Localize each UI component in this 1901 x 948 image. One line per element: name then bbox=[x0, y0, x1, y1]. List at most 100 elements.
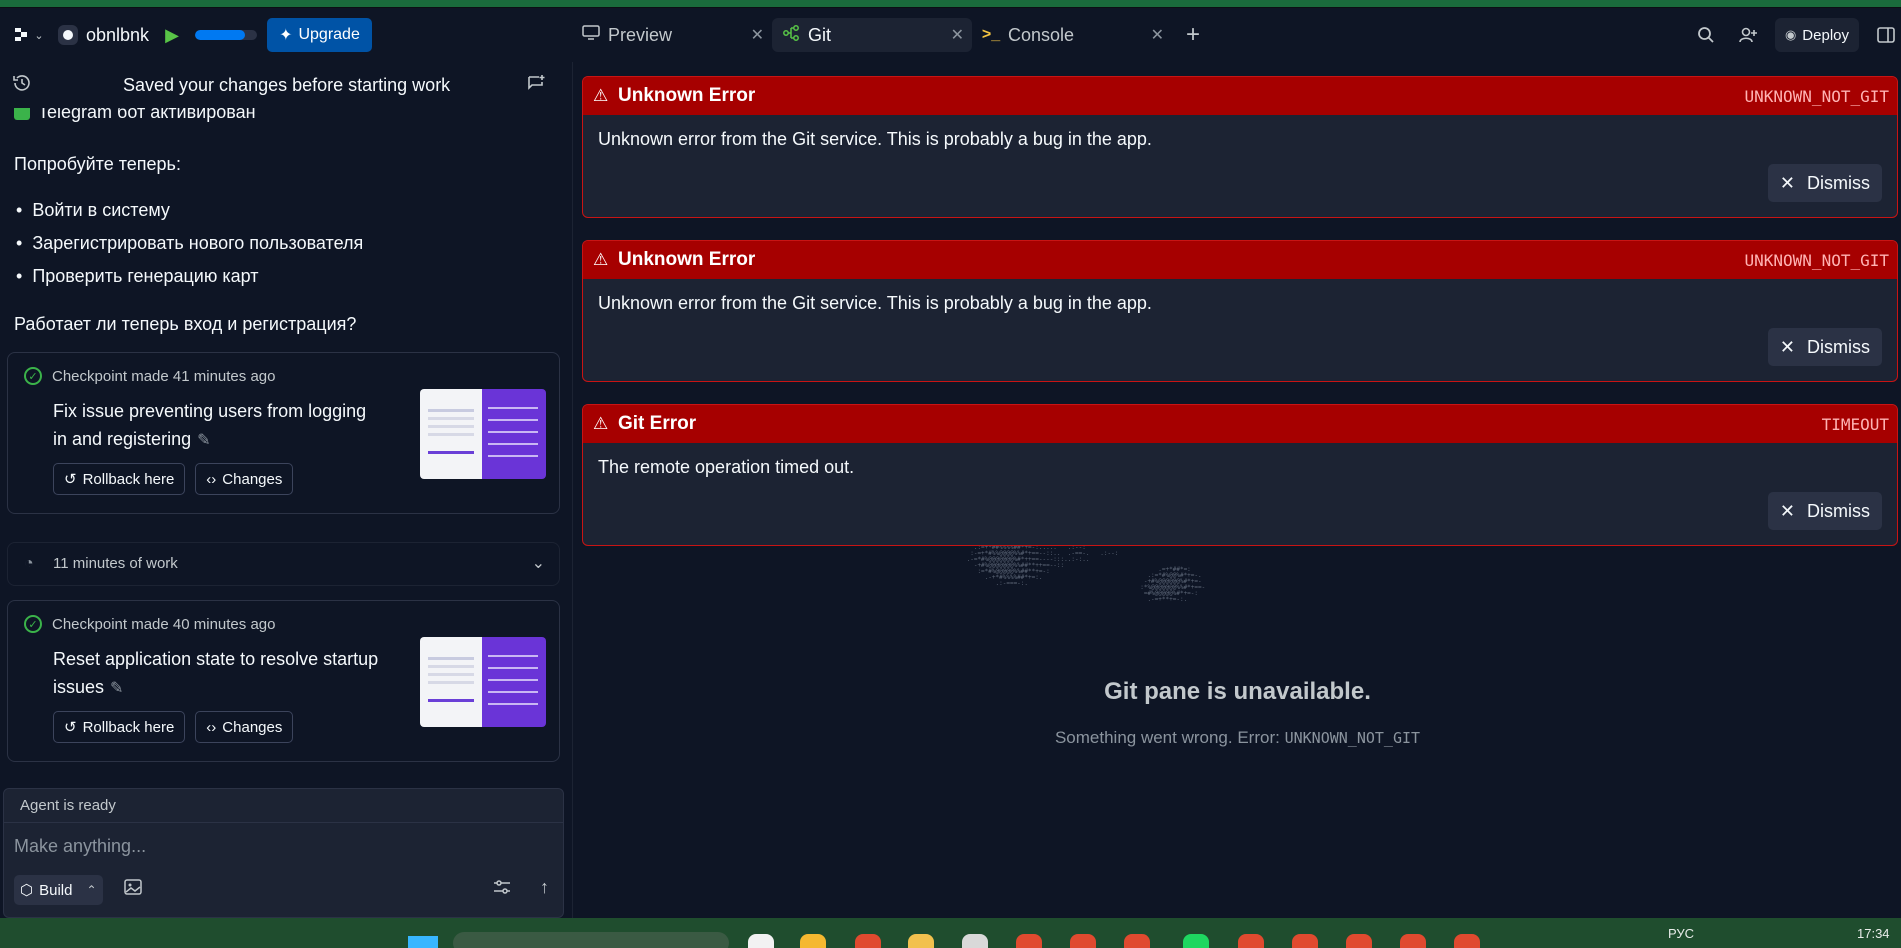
close-icon[interactable]: ✕ bbox=[751, 25, 764, 45]
history-icon: ↺ bbox=[64, 471, 77, 488]
empty-state-title: Git pane is unavailable. bbox=[1104, 678, 1371, 705]
dismiss-button[interactable]: ✕ Dismiss bbox=[1767, 164, 1882, 202]
tab-console-label: Console bbox=[1008, 24, 1075, 45]
pane-tabs: Preview ✕ Git ✕ >_ Console ✕ + bbox=[572, 18, 1208, 52]
ascii-art-right: .=+*##*=: .:=*#%@@%#*+=-. -+#%@@@@@@%#*+… bbox=[1140, 566, 1206, 603]
close-icon[interactable]: ✕ bbox=[1151, 25, 1164, 45]
code-icon: ‹› bbox=[206, 470, 217, 488]
invite-button[interactable] bbox=[1733, 20, 1763, 50]
upgrade-button[interactable]: ✦ Upgrade bbox=[267, 18, 372, 52]
chevron-up-icon: ⌃ bbox=[86, 883, 97, 897]
cube-icon: ⬡ bbox=[20, 882, 34, 899]
checkpoint-title-text: Reset application state to resolve start… bbox=[53, 649, 379, 697]
terminal-icon: >_ bbox=[981, 26, 1001, 43]
rollback-label: Rollback here bbox=[82, 470, 175, 488]
tab-git-label: Git bbox=[808, 24, 832, 45]
check-circle-icon: ✓ bbox=[24, 615, 42, 633]
sparkle-icon: ✦ bbox=[279, 27, 293, 44]
prompt-input[interactable] bbox=[14, 831, 554, 861]
error-title: Unknown Error bbox=[618, 249, 756, 270]
empty-state-sub-text: Something went wrong. Error: bbox=[1054, 728, 1280, 747]
warning-icon: ⚠ bbox=[593, 414, 609, 433]
new-chat-icon[interactable] bbox=[526, 73, 546, 98]
gauge-icon: ◔ bbox=[24, 555, 34, 572]
thumbnail-left-panel bbox=[420, 389, 482, 479]
taskbar-app-icon[interactable] bbox=[1400, 934, 1426, 948]
taskbar-app-icon[interactable] bbox=[1124, 934, 1150, 948]
tab-preview-label: Preview bbox=[608, 24, 673, 45]
changes-button[interactable]: ‹› Changes bbox=[195, 711, 294, 743]
close-icon[interactable]: ✕ bbox=[951, 25, 964, 45]
taskbar-app-icon[interactable] bbox=[1454, 934, 1480, 948]
changes-button[interactable]: ‹› Changes bbox=[195, 463, 294, 495]
thumbnail-left-panel bbox=[420, 637, 482, 727]
history-icon[interactable] bbox=[12, 73, 32, 98]
deploy-label: Deploy bbox=[1802, 26, 1849, 44]
project-selector[interactable]: obnlbnk bbox=[58, 25, 149, 46]
add-tab-button[interactable]: + bbox=[1178, 18, 1208, 52]
checkpoint-meta: ✓ Checkpoint made 41 minutes ago bbox=[24, 367, 275, 385]
close-icon: ✕ bbox=[1779, 172, 1795, 193]
project-icon bbox=[58, 25, 78, 45]
dismiss-button[interactable]: ✕ Dismiss bbox=[1767, 492, 1882, 530]
clock[interactable]: 17:34 bbox=[1857, 926, 1890, 941]
taskbar-app-icon[interactable] bbox=[748, 934, 774, 948]
rollback-button[interactable]: ↺ Rollback here bbox=[53, 711, 186, 743]
taskbar-app-icon[interactable] bbox=[1238, 934, 1264, 948]
error-banner: ⚠ Git Error TIMEOUT The remote operation… bbox=[582, 404, 1898, 546]
work-summary-row[interactable]: ◔ 11 minutes of work ⌄ bbox=[7, 542, 560, 586]
pencil-icon[interactable]: ✎ bbox=[197, 432, 210, 449]
keyboard-language[interactable]: РУС bbox=[1668, 926, 1694, 941]
deploy-button[interactable]: ◉ Deploy bbox=[1774, 18, 1859, 52]
search-button[interactable] bbox=[1691, 20, 1721, 50]
taskbar-app-icon[interactable] bbox=[800, 934, 826, 948]
dismiss-button[interactable]: ✕ Dismiss bbox=[1767, 328, 1882, 366]
code-icon: ‹› bbox=[206, 718, 217, 736]
error-header: ⚠ Unknown Error UNKNOWN_NOT_GIT bbox=[583, 241, 1897, 279]
tab-git[interactable]: Git ✕ bbox=[772, 18, 972, 52]
checkpoint-actions: ↺ Rollback here ‹› Changes bbox=[53, 463, 294, 495]
error-code: UNKNOWN_NOT_GIT bbox=[1744, 86, 1890, 106]
deploy-icon: ◉ bbox=[1784, 27, 1797, 42]
send-arrow-icon[interactable]: ↑ bbox=[540, 877, 549, 898]
taskbar-app-icon[interactable] bbox=[1070, 934, 1096, 948]
chevron-down-icon: ⌄ bbox=[34, 29, 44, 42]
windows-start-icon[interactable] bbox=[408, 936, 438, 948]
error-message: Unknown error from the Git service. This… bbox=[598, 293, 1152, 313]
taskbar-app-icon[interactable] bbox=[1346, 934, 1372, 948]
taskbar-app-icon[interactable] bbox=[1292, 934, 1318, 948]
replit-workspace: ⌄ obnlbnk ▶ ✦ Upgrade Preview ✕ Git ✕ >_… bbox=[0, 8, 1901, 918]
taskbar-app-icon[interactable] bbox=[908, 934, 934, 948]
taskbar-app-icon[interactable] bbox=[855, 934, 881, 948]
changes-label: Changes bbox=[222, 470, 283, 488]
replit-menu-button[interactable]: ⌄ bbox=[10, 20, 48, 50]
checkpoint-meta-text: Checkpoint made 40 minutes ago bbox=[52, 615, 276, 633]
error-banner: ⚠ Unknown Error UNKNOWN_NOT_GIT Unknown … bbox=[582, 76, 1898, 218]
build-mode-label: Build bbox=[39, 881, 73, 899]
taskbar-app-icon[interactable] bbox=[1183, 934, 1209, 948]
run-button[interactable]: ▶ bbox=[159, 25, 185, 46]
rollback-button[interactable]: ↺ Rollback here bbox=[53, 463, 186, 495]
build-mode-button[interactable]: ⬡ Build ⌃ bbox=[14, 875, 103, 905]
checkpoint-meta-text: Checkpoint made 41 minutes ago bbox=[52, 367, 276, 385]
checkpoint-screenshot-thumbnail[interactable] bbox=[420, 389, 546, 479]
upgrade-label: Upgrade bbox=[298, 26, 360, 43]
pencil-icon[interactable]: ✎ bbox=[110, 680, 123, 697]
project-name: obnlbnk bbox=[86, 24, 150, 45]
taskbar-search-box[interactable] bbox=[453, 932, 729, 948]
error-code: TIMEOUT bbox=[1821, 414, 1889, 434]
chat-status-text: Saved your changes before starting work bbox=[123, 74, 451, 95]
taskbar-app-icon[interactable] bbox=[962, 934, 988, 948]
checkpoint-screenshot-thumbnail[interactable] bbox=[420, 637, 546, 727]
layout-toggle-button[interactable] bbox=[1871, 20, 1901, 50]
taskbar-app-icon[interactable] bbox=[1016, 934, 1042, 948]
error-header: ⚠ Git Error TIMEOUT bbox=[583, 405, 1897, 443]
monitor-icon bbox=[580, 24, 602, 46]
settings-sliders-icon[interactable] bbox=[493, 879, 511, 900]
error-message: The remote operation timed out. bbox=[598, 457, 855, 477]
list-item: Проверить генерацию карт bbox=[14, 266, 258, 287]
tab-console[interactable]: >_ Console ✕ bbox=[972, 18, 1172, 52]
tab-preview[interactable]: Preview ✕ bbox=[572, 18, 772, 52]
image-attach-icon[interactable] bbox=[124, 879, 142, 900]
error-title: Git Error bbox=[618, 413, 697, 434]
